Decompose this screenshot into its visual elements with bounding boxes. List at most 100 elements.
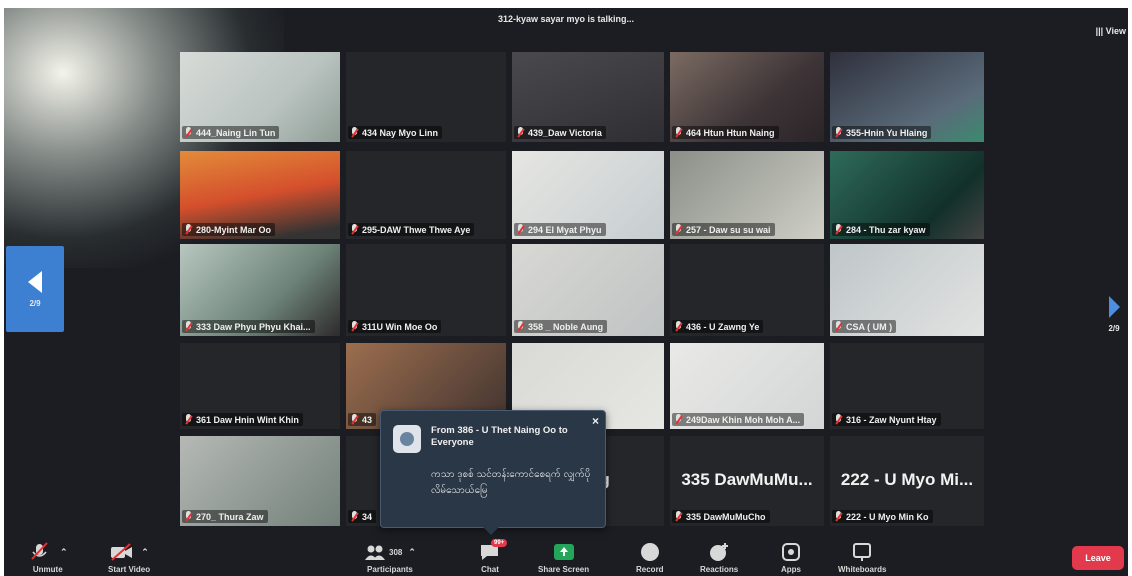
start-video-button[interactable]: ⌃ Start Video bbox=[108, 542, 150, 574]
participant-tile[interactable]: 355-Hnin Yu Hlaing bbox=[830, 52, 984, 142]
participant-name: CSA ( UM ) bbox=[846, 321, 893, 332]
microphone-muted-icon bbox=[834, 414, 843, 425]
apps-icon bbox=[782, 543, 800, 561]
participant-tile[interactable]: 257 - Daw su su wai bbox=[670, 151, 824, 239]
participant-tile[interactable]: CSA ( UM ) bbox=[830, 244, 984, 336]
chat-notification[interactable]: From 386 - U Thet Naing Oo to Everyone က… bbox=[380, 410, 606, 535]
participant-name: 257 - Daw su su wai bbox=[686, 224, 771, 235]
avatar bbox=[393, 425, 421, 453]
smiley-plus-icon bbox=[710, 543, 729, 561]
share-screen-icon bbox=[553, 544, 574, 560]
participant-name: 295-DAW Thwe Thwe Aye bbox=[362, 224, 471, 235]
participant-namebar: 333 Daw Phyu Phyu Khai... bbox=[182, 320, 315, 333]
chevron-up-icon[interactable]: ⌃ bbox=[141, 547, 149, 558]
previous-page-button[interactable]: 2/9 bbox=[6, 246, 64, 332]
chevron-up-icon[interactable]: ⌃ bbox=[408, 547, 416, 558]
participant-name: 464 Htun Htun Naing bbox=[686, 127, 775, 138]
participant-tile[interactable]: 358 _ Noble Aung bbox=[512, 244, 664, 336]
reactions-label: Reactions bbox=[700, 565, 739, 574]
microphone-muted-icon bbox=[834, 321, 843, 332]
participant-tile[interactable]: 270_ Thura Zaw bbox=[180, 436, 340, 526]
participant-tile[interactable]: 249Daw Khin Moh Moh A... bbox=[670, 343, 824, 429]
participant-tile[interactable]: 335 DawMuMu... 335 DawMuMuCho bbox=[670, 436, 824, 526]
microphone-muted-icon bbox=[674, 224, 683, 235]
next-page-button[interactable]: 2/9 bbox=[1102, 290, 1126, 338]
microphone-muted-icon bbox=[350, 127, 359, 138]
participant-name: 316 - Zaw Nyunt Htay bbox=[846, 414, 937, 425]
record-button[interactable]: Record bbox=[636, 542, 664, 574]
chat-unread-badge: 99+ bbox=[491, 539, 508, 547]
microphone-muted-icon bbox=[350, 321, 359, 332]
whiteboard-icon bbox=[853, 543, 872, 561]
leave-button[interactable]: Leave bbox=[1072, 546, 1124, 570]
unmute-label: Unmute bbox=[32, 565, 63, 574]
participant-tile[interactable]: 439_Daw Victoria bbox=[512, 52, 664, 142]
participant-tile[interactable]: 280-Myint Mar Oo bbox=[180, 151, 340, 239]
record-label: Record bbox=[636, 565, 664, 574]
chevron-up-icon[interactable]: ⌃ bbox=[60, 547, 68, 558]
participant-namebar: 294 El Myat Phyu bbox=[514, 223, 606, 236]
participant-tile[interactable]: 333 Daw Phyu Phyu Khai... bbox=[180, 244, 340, 336]
participant-tile[interactable]: 284 - Thu zar kyaw bbox=[830, 151, 984, 239]
participant-tile[interactable]: 316 - Zaw Nyunt Htay bbox=[830, 343, 984, 429]
reactions-button[interactable]: Reactions bbox=[700, 542, 738, 574]
participant-name: 43 bbox=[362, 414, 373, 425]
participant-namebar: 222 - U Myo Min Ko bbox=[832, 510, 933, 523]
participants-count: 308 bbox=[389, 547, 403, 557]
participant-name: 439_Daw Victoria bbox=[528, 127, 602, 138]
close-icon[interactable]: × bbox=[592, 414, 599, 428]
microphone-muted-icon bbox=[350, 511, 359, 522]
meeting-toolbar: ⌃ Unmute ⌃ Start Video 308 ⌃ Participant… bbox=[4, 539, 1128, 576]
participant-tile[interactable]: 311U Win Moe Oo bbox=[346, 244, 506, 336]
view-button[interactable]: ||| View bbox=[1096, 26, 1126, 36]
active-speaker-status: 312-kyaw sayar myo is talking... bbox=[497, 14, 635, 24]
microphone-muted-icon bbox=[184, 127, 193, 138]
microphone-muted-icon bbox=[31, 542, 48, 560]
meeting-window: 312-kyaw sayar myo is talking... ||| Vie… bbox=[4, 8, 1128, 576]
participant-namebar: 444_Naing Lin Tun bbox=[182, 126, 280, 139]
microphone-muted-icon bbox=[184, 414, 193, 425]
chat-sender: From 386 - U Thet Naing Oo to Everyone bbox=[431, 425, 568, 448]
participant-name: 294 El Myat Phyu bbox=[528, 224, 602, 235]
arrow-right-icon bbox=[1108, 295, 1120, 318]
apps-button[interactable]: Apps bbox=[780, 542, 802, 574]
participant-name: 280-Myint Mar Oo bbox=[196, 224, 272, 235]
participant-namebar: 295-DAW Thwe Thwe Aye bbox=[348, 223, 475, 236]
participant-name: 34 bbox=[362, 511, 373, 522]
participant-namebar: 464 Htun Htun Naing bbox=[672, 126, 779, 139]
microphone-muted-icon bbox=[674, 414, 683, 425]
participant-namebar: 355-Hnin Yu Hlaing bbox=[832, 126, 932, 139]
participants-button[interactable]: 308 ⌃ Participants bbox=[364, 542, 416, 574]
chat-button[interactable]: 99+ Chat bbox=[478, 539, 508, 574]
whiteboards-button[interactable]: Whiteboards bbox=[838, 542, 886, 574]
participant-tile[interactable]: 464 Htun Htun Naing bbox=[670, 52, 824, 142]
microphone-muted-icon bbox=[184, 224, 193, 235]
participant-namebar: 311U Win Moe Oo bbox=[348, 320, 442, 333]
share-screen-button[interactable]: Share Screen bbox=[538, 542, 589, 574]
start-video-label: Start Video bbox=[108, 565, 151, 574]
microphone-muted-icon bbox=[516, 321, 525, 332]
chat-message-text: ကသာ ဒုစစ် သင်တန်းကောင်စေရက် လျှက်ပိုလိမ်… bbox=[431, 469, 591, 496]
arrow-left-icon bbox=[28, 270, 42, 293]
participant-namebar: 434 Nay Myo Linn bbox=[348, 126, 443, 139]
participant-tile[interactable]: 222 - U Myo Mi... 222 - U Myo Min Ko bbox=[830, 436, 984, 526]
participant-namebar: 270_ Thura Zaw bbox=[182, 510, 268, 523]
participant-name: 284 - Thu zar kyaw bbox=[846, 224, 926, 235]
apps-label: Apps bbox=[781, 565, 801, 574]
participant-tile[interactable]: 294 El Myat Phyu bbox=[512, 151, 664, 239]
microphone-muted-icon bbox=[184, 511, 193, 522]
participant-namebar: 316 - Zaw Nyunt Htay bbox=[832, 413, 941, 426]
participant-tile[interactable]: 436 - U Zawng Ye bbox=[670, 244, 824, 336]
participant-tile[interactable]: 295-DAW Thwe Thwe Aye bbox=[346, 151, 506, 239]
grid-view-icon: ||| bbox=[1095, 26, 1104, 36]
unmute-button[interactable]: ⌃ Unmute bbox=[28, 542, 68, 574]
microphone-muted-icon bbox=[674, 127, 683, 138]
participant-namebar: 34 bbox=[348, 510, 377, 523]
participant-namebar: 361 Daw Hnin Wint Khin bbox=[182, 413, 303, 426]
participant-namebar: 335 DawMuMuCho bbox=[672, 510, 770, 523]
participant-tile[interactable]: 361 Daw Hnin Wint Khin bbox=[180, 343, 340, 429]
participant-namebar: 43 bbox=[348, 413, 377, 426]
participant-tile[interactable]: 434 Nay Myo Linn bbox=[346, 52, 506, 142]
participant-tile[interactable]: 444_Naing Lin Tun bbox=[180, 52, 340, 142]
participant-name: 361 Daw Hnin Wint Khin bbox=[196, 414, 299, 425]
